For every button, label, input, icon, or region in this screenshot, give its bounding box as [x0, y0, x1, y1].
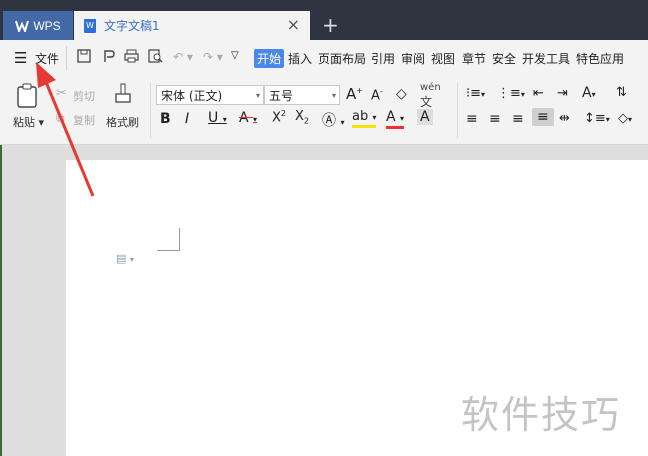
- font-color-button[interactable]: A ▾: [386, 110, 405, 129]
- save-icon[interactable]: [77, 49, 91, 66]
- tab-developer[interactable]: 开发工具: [522, 50, 570, 67]
- font-size-select[interactable]: 五号 ▾: [264, 85, 340, 105]
- cut-label[interactable]: 剪切: [73, 88, 95, 104]
- document-tab-title: 文字文稿1: [104, 19, 160, 33]
- underline-button[interactable]: U ▾: [208, 110, 227, 126]
- justify-icon[interactable]: ≡: [532, 108, 554, 126]
- line-spacing-icon[interactable]: ↕≡▾: [584, 111, 610, 126]
- tab-page-layout[interactable]: 页面布局: [318, 50, 366, 67]
- tab-features[interactable]: 特色应用: [576, 50, 624, 67]
- watermark-text: 软件技巧: [461, 393, 622, 437]
- output-pdf-icon[interactable]: [102, 49, 116, 66]
- numbered-list-icon[interactable]: ⋮≡▾: [497, 86, 525, 101]
- wps-tab-label: WPS: [33, 18, 61, 33]
- clear-format-icon[interactable]: ◇: [396, 86, 407, 102]
- paste-label[interactable]: 粘贴 ▾: [13, 114, 44, 130]
- ribbon-divider: [150, 82, 151, 138]
- format-painter-icon[interactable]: [113, 83, 133, 110]
- menu-bar: ☰ 文件 ↶ ▾ ↷ ▾ ▽ 开始 插入 页面布局 引用 审阅 视图 章节 安全…: [0, 40, 648, 79]
- superscript-button[interactable]: X2: [272, 109, 286, 125]
- character-shading-button[interactable]: A: [417, 109, 433, 125]
- title-bar: WPS W 文字文稿1 × +: [0, 0, 648, 40]
- text-direction-icon[interactable]: A▾: [582, 85, 596, 101]
- tab-references[interactable]: 引用: [371, 50, 395, 67]
- bullet-list-icon[interactable]: ⁝≡▾: [466, 86, 485, 101]
- wps-logo-icon: [15, 20, 30, 34]
- font-name-select[interactable]: 宋体 (正文) ▾: [156, 85, 264, 105]
- strikethrough-button[interactable]: A ▾: [239, 110, 257, 126]
- paragraph-shading-icon[interactable]: ◇▾: [618, 111, 632, 126]
- print-icon[interactable]: [124, 49, 139, 66]
- decrease-indent-icon[interactable]: ⇤: [533, 86, 544, 101]
- chevron-down-icon: ▾: [331, 91, 336, 100]
- cut-icon[interactable]: ✂: [56, 86, 67, 101]
- paste-options-icon[interactable]: ▤ ▾: [116, 252, 134, 265]
- font-size-value: 五号: [269, 89, 294, 103]
- highlight-button[interactable]: ab ▾: [352, 110, 377, 128]
- sort-icon[interactable]: ⇅: [616, 85, 627, 100]
- tab-review[interactable]: 审阅: [401, 50, 425, 67]
- decrease-font-icon[interactable]: A-: [371, 87, 383, 103]
- menu-divider: [66, 46, 67, 70]
- document-icon: W: [84, 18, 96, 33]
- close-tab-button[interactable]: ×: [287, 16, 300, 34]
- wps-home-tab[interactable]: WPS: [3, 11, 73, 40]
- italic-button[interactable]: I: [185, 111, 189, 127]
- margin-corner-mark: [157, 250, 180, 251]
- quick-access-dropdown-icon[interactable]: ▽: [231, 50, 239, 61]
- subscript-button[interactable]: X2: [295, 109, 309, 126]
- print-preview-icon[interactable]: [148, 49, 163, 66]
- chevron-down-icon: ▾: [255, 91, 260, 100]
- bold-button[interactable]: B: [160, 111, 171, 127]
- paste-icon[interactable]: [15, 83, 39, 112]
- tab-chapter[interactable]: 章节: [462, 50, 486, 67]
- text-effect-button[interactable]: Ⓐ ▾: [322, 110, 344, 130]
- ribbon-divider: [457, 82, 458, 138]
- document-tab[interactable]: W 文字文稿1 ×: [74, 11, 310, 40]
- window-edge: [0, 145, 2, 456]
- undo-icon[interactable]: ↶ ▾: [173, 50, 193, 64]
- ribbon-toolbar: 粘贴 ▾ ✂ 剪切 ⧉ 复制 格式刷 宋体 (正文) ▾ 五号 ▾ A+ A- …: [0, 78, 648, 145]
- phonetic-guide-icon[interactable]: wén 文: [420, 82, 441, 110]
- tab-insert[interactable]: 插入: [288, 50, 312, 67]
- increase-font-icon[interactable]: A+: [346, 85, 363, 103]
- copy-label[interactable]: 复制: [73, 112, 95, 128]
- tab-security[interactable]: 安全: [492, 50, 516, 67]
- tab-home[interactable]: 开始: [254, 49, 285, 68]
- format-painter-label[interactable]: 格式刷: [106, 114, 139, 130]
- file-menu[interactable]: 文件: [35, 50, 59, 67]
- align-right-icon[interactable]: ≡: [512, 111, 524, 127]
- tab-view[interactable]: 视图: [431, 50, 455, 67]
- increase-indent-icon[interactable]: ⇥: [557, 86, 568, 101]
- align-left-icon[interactable]: ≡: [466, 111, 478, 127]
- new-tab-button[interactable]: +: [322, 12, 339, 38]
- distributed-align-icon[interactable]: ⇹: [559, 111, 570, 126]
- font-name-value: 宋体 (正文): [161, 89, 223, 103]
- hamburger-menu-icon[interactable]: ☰: [14, 49, 27, 67]
- margin-corner-mark: [179, 228, 180, 251]
- redo-icon[interactable]: ↷ ▾: [203, 50, 223, 64]
- align-center-icon[interactable]: ≡: [489, 111, 501, 127]
- copy-icon[interactable]: ⧉: [56, 111, 65, 126]
